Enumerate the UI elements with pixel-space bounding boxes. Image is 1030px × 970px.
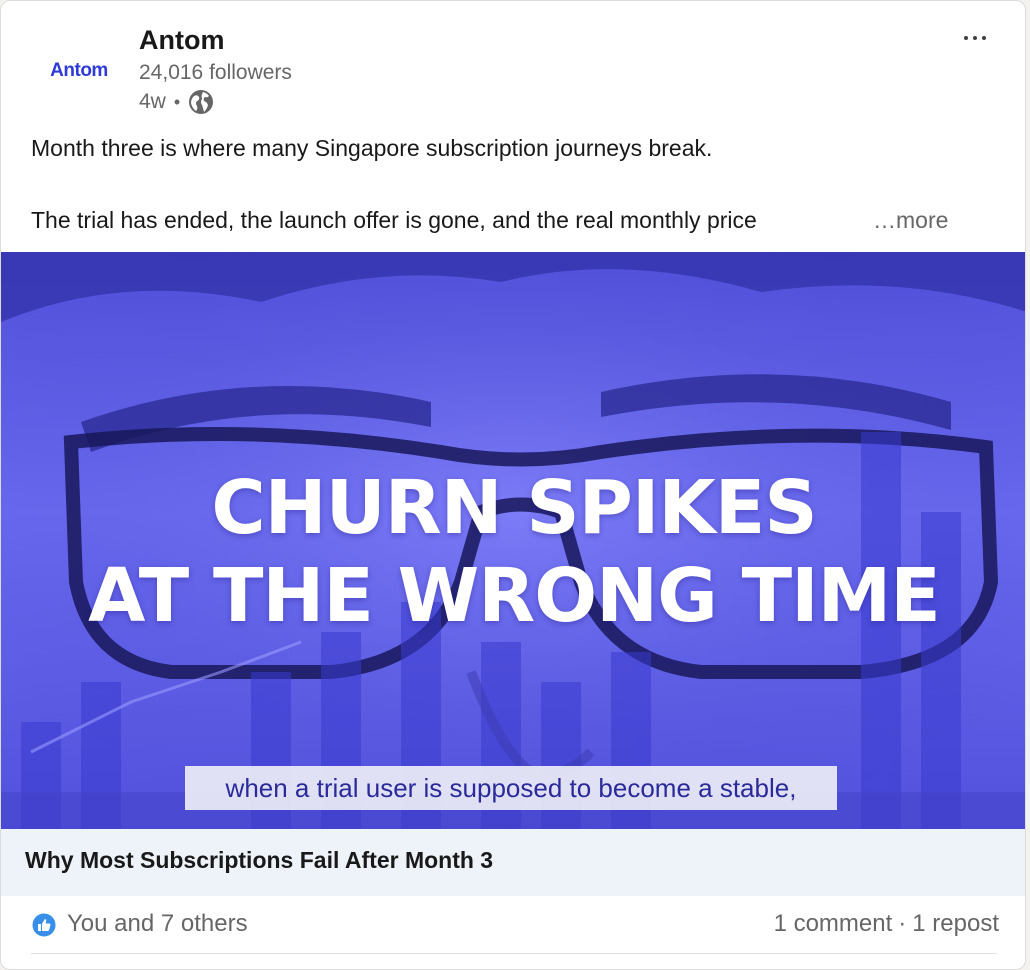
company-logo[interactable]: Antom [31,31,127,111]
see-more-link[interactable]: …more [873,203,948,237]
follower-count: 24,016 followers [139,61,292,84]
article-link[interactable]: Why Most Subscriptions Fail After Month … [1,829,1025,896]
more-menu-icon[interactable] [955,23,995,53]
post-age: 4w [139,90,166,113]
reactions-count[interactable]: You and 7 others [67,910,248,938]
video-caption: when a trial user is supposed to become … [185,766,837,810]
post-card: Antom Antom 24,016 followers 4w • Month … [0,0,1026,970]
video-player[interactable]: CHURN SPIKES AT THE WRONG TIME when a tr… [1,252,1025,829]
comments-count[interactable]: 1 comment [774,910,893,937]
engagement-counts: 1 comment · 1 repost [774,910,999,938]
post-meta: 4w • [139,89,214,115]
post-text-line-2: The trial has ended, the launch offer is… [31,207,757,233]
headline-line-1: CHURN SPIKES [211,465,817,551]
post-text-line-1: Month three is where many Singapore subs… [31,135,713,161]
globe-icon [188,89,214,115]
reposts-count[interactable]: 1 repost [912,910,999,937]
video-headline: CHURN SPIKES AT THE WRONG TIME [1,464,1025,640]
like-icon [31,912,57,938]
article-title[interactable]: Why Most Subscriptions Fail After Month … [25,847,493,874]
counts-separator: · [898,910,907,937]
post-header: Antom Antom 24,016 followers 4w • [1,1,1025,131]
company-name[interactable]: Antom [139,25,224,56]
meta-separator: • [173,91,181,112]
logo-wordmark: Antom [50,60,108,81]
social-counts: You and 7 others 1 comment · 1 repost [1,896,1025,956]
divider [31,953,997,954]
headline-line-2: AT THE WRONG TIME [88,553,941,639]
